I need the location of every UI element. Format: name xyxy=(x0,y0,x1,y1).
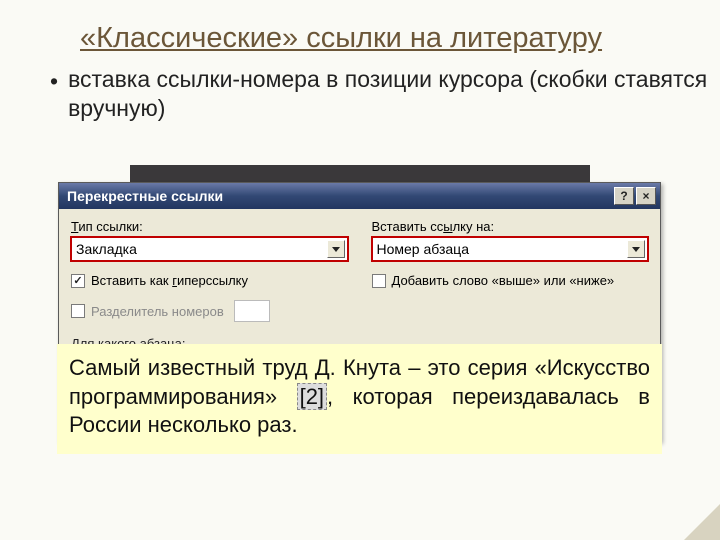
reference-field[interactable]: [2] xyxy=(297,383,327,410)
help-icon[interactable]: ? xyxy=(614,187,634,205)
chevron-down-icon[interactable] xyxy=(627,240,645,258)
example-overlay: Самый известный труд Д. Кнута – это сери… xyxy=(57,344,662,454)
numsep-label: Разделитель номеров xyxy=(91,304,224,319)
numsep-row: Разделитель номеров xyxy=(71,300,348,322)
dialog-caption: Перекрестные ссылки xyxy=(67,188,223,204)
type-label: Тип ссылки: xyxy=(71,219,348,234)
hyperlink-checkbox-row[interactable]: ✓ Вставить как гиперссылку xyxy=(71,273,348,288)
type-combo[interactable]: Закладка xyxy=(71,237,348,261)
page-curl-icon xyxy=(684,504,720,540)
checkbox-empty-icon xyxy=(71,304,85,318)
close-icon[interactable]: × xyxy=(636,187,656,205)
crossref-dialog: Перекрестные ссылки ? × Тип ссылки: Закл… xyxy=(58,182,661,442)
slide-title: «Классические» ссылки на литературу xyxy=(0,0,720,59)
bullet-item: • вставка ссылки-номера в позиции курсор… xyxy=(0,59,720,123)
insert-label: Вставить ссылку на: xyxy=(372,219,649,234)
insert-combo[interactable]: Номер абзаца xyxy=(372,237,649,261)
dialog-titlebar[interactable]: Перекрестные ссылки ? × xyxy=(59,183,660,209)
insert-value: Номер абзаца xyxy=(377,241,628,257)
bullet-marker: • xyxy=(50,65,58,123)
chevron-down-icon[interactable] xyxy=(327,240,345,258)
checkbox-empty-icon[interactable] xyxy=(372,274,386,288)
checkbox-checked-icon[interactable]: ✓ xyxy=(71,274,85,288)
addword-checkbox-row[interactable]: Добавить слово «выше» или «ниже» xyxy=(372,273,649,288)
bullet-text: вставка ссылки-номера в позиции курсора … xyxy=(68,65,720,123)
hyperlink-label: Вставить как гиперссылку xyxy=(91,273,248,288)
addword-label: Добавить слово «выше» или «ниже» xyxy=(392,273,615,288)
type-value: Закладка xyxy=(76,241,327,257)
numsep-input xyxy=(234,300,270,322)
